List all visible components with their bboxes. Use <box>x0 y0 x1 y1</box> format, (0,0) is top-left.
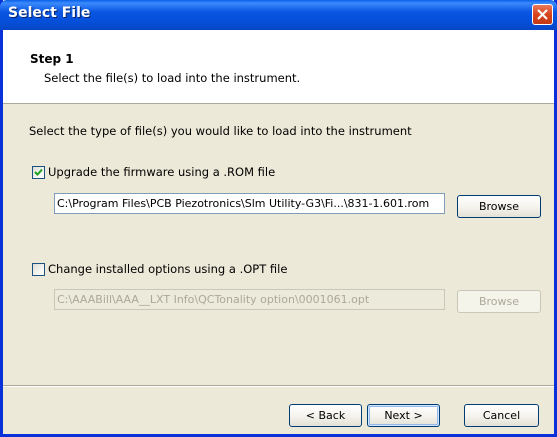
next-button[interactable]: Next > <box>367 404 440 427</box>
firmware-browse-button[interactable]: Browse <box>457 195 541 218</box>
window-title: Select File <box>8 5 91 21</box>
options-browse-button: Browse <box>457 290 541 313</box>
step-description: Select the file(s) to load into the inst… <box>44 71 301 85</box>
options-path-field: C:\AAABill\AAA__LXT Info\QCTonality opti… <box>54 289 445 310</box>
select-file-dialog: Select File Step 1 Select the file(s) to… <box>0 0 557 437</box>
title-bar[interactable]: Select File <box>0 0 557 30</box>
step-title: Step 1 <box>30 52 74 66</box>
wizard-header: Step 1 Select the file(s) to load into t… <box>3 30 554 104</box>
firmware-checkbox[interactable] <box>32 166 45 179</box>
close-icon <box>537 9 548 20</box>
instruction-text: Select the type of file(s) you would lik… <box>29 124 412 138</box>
cancel-button[interactable]: Cancel <box>464 404 539 427</box>
checkmark-icon <box>34 168 43 176</box>
firmware-path-field[interactable]: C:\Program Files\PCB Piezotronics\Slm Ut… <box>54 193 445 214</box>
footer-divider <box>3 385 554 387</box>
close-button[interactable] <box>532 4 553 25</box>
options-checkbox[interactable] <box>32 263 45 276</box>
options-checkbox-label[interactable]: Change installed options using a .OPT fi… <box>48 262 287 276</box>
back-button[interactable]: < Back <box>289 404 362 427</box>
firmware-checkbox-label[interactable]: Upgrade the firmware using a .ROM file <box>48 165 275 179</box>
